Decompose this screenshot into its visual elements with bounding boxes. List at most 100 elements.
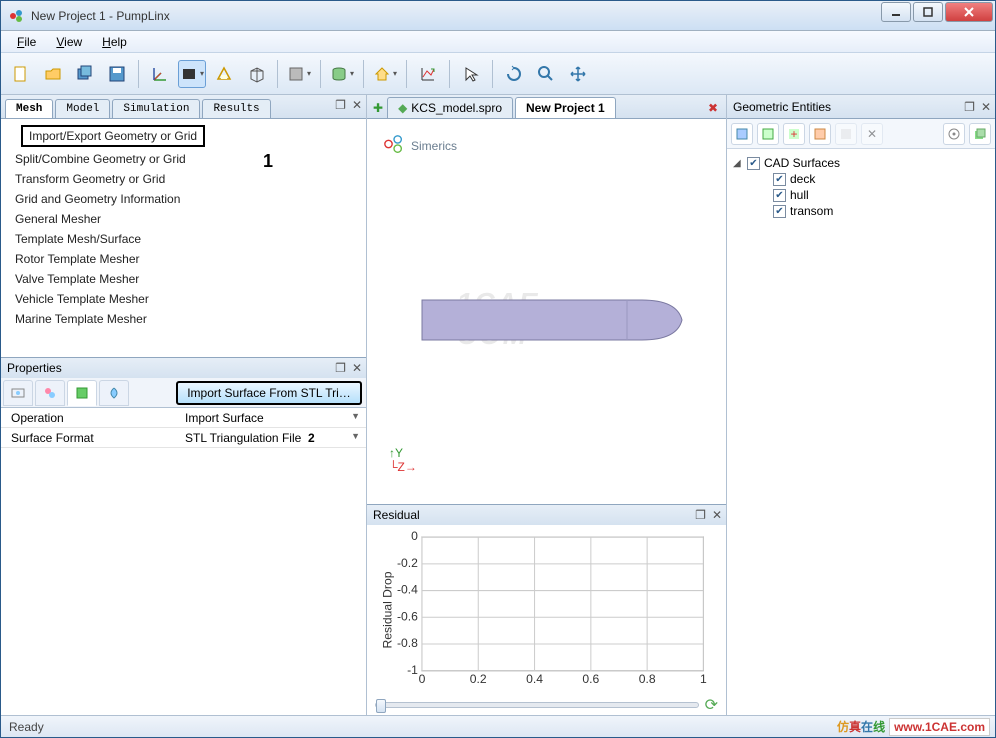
axes-icon[interactable] [146, 60, 174, 88]
footer-watermark: 仿真在线 www.1CAE.com [837, 718, 990, 736]
save-all-icon[interactable] [71, 60, 99, 88]
geo-tree: ◢ ✔ CAD Surfaces ✔deck ✔hull ✔transom [727, 149, 995, 715]
property-row: Operation Import Surface▼ [1, 408, 366, 428]
annotation-1: 1 [263, 151, 273, 172]
undock-icon[interactable]: ❐ [335, 98, 346, 112]
undock-icon[interactable]: ❐ [964, 100, 975, 114]
view-mode-icon[interactable] [178, 60, 206, 88]
tree-item-hull[interactable]: ✔hull [733, 187, 989, 203]
checkbox[interactable]: ✔ [773, 189, 786, 202]
geo-tool-delete-icon[interactable]: ✕ [861, 123, 883, 145]
mesh-item-import-export[interactable]: Import/Export Geometry or Grid [21, 125, 205, 147]
svg-text:0: 0 [411, 529, 418, 543]
checkbox[interactable]: ✔ [747, 157, 760, 170]
checkbox[interactable]: ✔ [773, 205, 786, 218]
maximize-button[interactable] [913, 2, 943, 22]
props-tab-3-icon[interactable] [67, 380, 97, 406]
props-tab-2-icon[interactable] [35, 380, 65, 406]
tree-root[interactable]: ◢ ✔ CAD Surfaces [733, 155, 989, 171]
hull-geometry [417, 295, 687, 348]
menu-file[interactable]: File [7, 33, 46, 51]
app-icon [9, 8, 25, 24]
box-icon[interactable] [242, 60, 270, 88]
minimize-button[interactable] [881, 2, 911, 22]
property-key: Operation [1, 411, 181, 425]
svg-text:0: 0 [419, 672, 426, 686]
close-button[interactable] [945, 2, 993, 22]
geo-tool-1-icon[interactable] [731, 123, 753, 145]
mesh-item-transform[interactable]: Transform Geometry or Grid [1, 169, 366, 189]
pointer-icon[interactable] [457, 60, 485, 88]
tab-simulation[interactable]: Simulation [112, 99, 200, 118]
layers-icon[interactable] [285, 60, 313, 88]
pan-icon[interactable] [564, 60, 592, 88]
svg-text:0.4: 0.4 [526, 672, 543, 686]
geo-tool-box-icon[interactable] [969, 123, 991, 145]
add-tab-icon[interactable]: ✚ [373, 101, 383, 115]
rotate-icon[interactable] [500, 60, 528, 88]
document-tabs: ✚ ◆KCS_model.spro New Project 1 ✖ [367, 95, 726, 119]
mesh-item-vehicle[interactable]: Vehicle Template Mesher [1, 289, 366, 309]
tree-item-deck[interactable]: ✔deck [733, 171, 989, 187]
import-surface-button[interactable]: Import Surface From STL Tri… [176, 381, 362, 405]
tree-expand-icon[interactable]: ◢ [733, 158, 743, 169]
property-value[interactable]: Import Surface▼ [181, 411, 366, 425]
geo-tool-3-icon[interactable] [809, 123, 831, 145]
menu-help[interactable]: Help [92, 33, 137, 51]
close-panel-icon[interactable]: ✕ [712, 508, 722, 522]
properties-tab-icons: Import Surface From STL Tri… [1, 378, 366, 408]
close-tab-icon[interactable]: ✖ [708, 101, 718, 115]
properties-grid: Operation Import Surface▼ Surface Format… [1, 408, 366, 715]
tab-mesh[interactable]: Mesh [5, 99, 53, 118]
save-icon[interactable] [103, 60, 131, 88]
mesh-item-general-mesher[interactable]: General Mesher [1, 209, 366, 229]
mesh-item-marine[interactable]: Marine Template Mesher [1, 309, 366, 329]
svg-text:0.6: 0.6 [582, 672, 599, 686]
mesh-item-template-mesh[interactable]: Template Mesh/Surface [1, 229, 366, 249]
props-tab-4-icon[interactable] [99, 380, 129, 406]
mesh-task-list: Import/Export Geometry or Grid Split/Com… [1, 119, 366, 357]
chart-icon[interactable] [414, 60, 442, 88]
menu-view[interactable]: View [46, 33, 92, 51]
svg-text:-0.4: -0.4 [397, 583, 418, 597]
mesh-item-valve[interactable]: Valve Template Mesher [1, 269, 366, 289]
undock-icon[interactable]: ❐ [335, 361, 346, 375]
mesh-item-info[interactable]: Grid and Geometry Information [1, 189, 366, 209]
doc-tab-kcs[interactable]: ◆KCS_model.spro [387, 97, 513, 118]
geo-tool-target-icon[interactable] [943, 123, 965, 145]
checkbox[interactable]: ✔ [773, 173, 786, 186]
viewport-3d[interactable]: Simerics 1CAE . COM ↑Y └Z→ [367, 119, 726, 504]
properties-title: Properties ❐✕ [1, 358, 366, 378]
undock-icon[interactable]: ❐ [695, 508, 706, 522]
geo-entities-title: Geometric Entities ❐✕ [727, 95, 995, 119]
geo-tool-add-icon[interactable]: + [783, 123, 805, 145]
close-panel-icon[interactable]: ✕ [352, 361, 362, 375]
residual-title: Residual ❐✕ [367, 505, 726, 525]
new-icon[interactable] [7, 60, 35, 88]
open-icon[interactable] [39, 60, 67, 88]
time-slider[interactable] [375, 702, 699, 708]
mesh-item-split-combine[interactable]: Split/Combine Geometry or Grid [1, 149, 366, 169]
doc-tab-new-project[interactable]: New Project 1 [515, 97, 616, 118]
property-value[interactable]: STL Triangulation File 2▼ [181, 431, 366, 445]
tree-item-transom[interactable]: ✔transom [733, 203, 989, 219]
close-panel-icon[interactable]: ✕ [352, 98, 362, 112]
database-icon[interactable] [328, 60, 356, 88]
property-row: Surface Format STL Triangulation File 2▼ [1, 428, 366, 448]
geo-tool-4-icon[interactable] [835, 123, 857, 145]
svg-text:-0.2: -0.2 [397, 556, 418, 570]
props-tab-1-icon[interactable] [3, 380, 33, 406]
svg-text:-0.8: -0.8 [397, 636, 418, 650]
geo-tool-2-icon[interactable] [757, 123, 779, 145]
titlebar: New Project 1 - PumpLinx [1, 1, 995, 31]
residual-slider-row: ⟳ [367, 695, 726, 715]
tab-results[interactable]: Results [202, 99, 270, 118]
zoom-icon[interactable] [532, 60, 560, 88]
footer-url: www.1CAE.com [889, 718, 990, 736]
refresh-icon[interactable]: ⟳ [705, 695, 718, 715]
mesh-item-rotor[interactable]: Rotor Template Mesher [1, 249, 366, 269]
home-icon[interactable] [371, 60, 399, 88]
tab-model[interactable]: Model [55, 99, 110, 118]
perspective-icon[interactable] [210, 60, 238, 88]
close-panel-icon[interactable]: ✕ [981, 100, 991, 114]
